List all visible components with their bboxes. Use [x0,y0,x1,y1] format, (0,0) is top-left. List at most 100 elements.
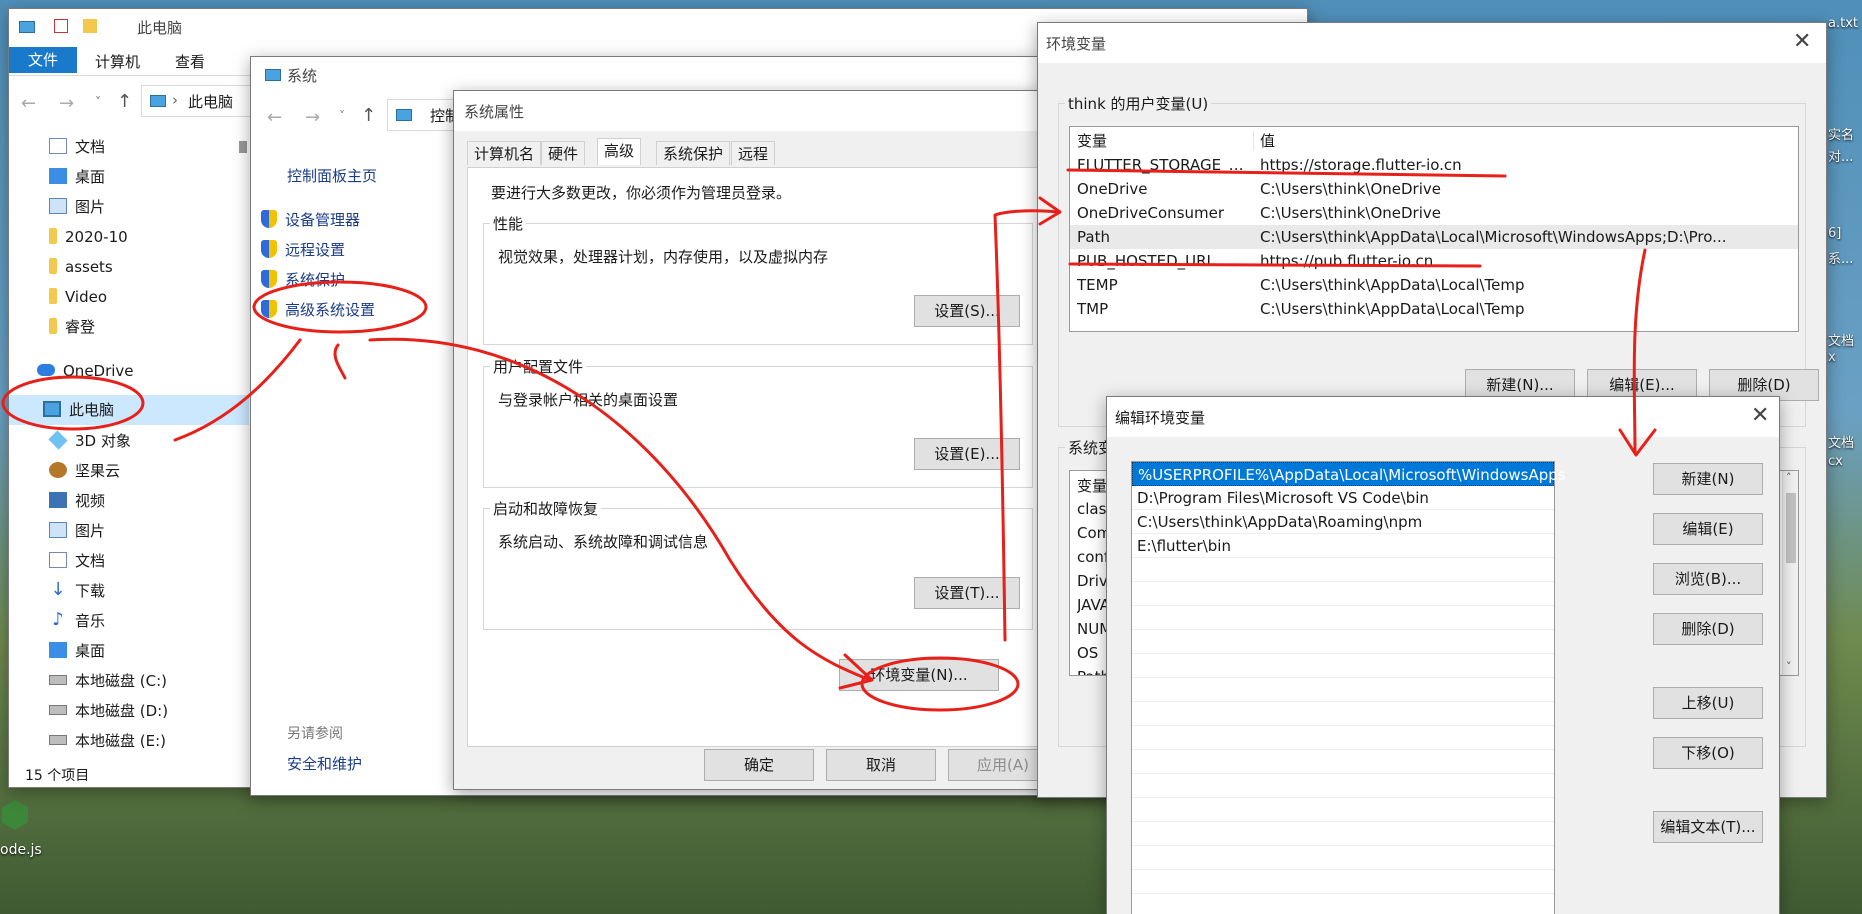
col-value-header[interactable]: 值 [1260,129,1275,153]
environment-variables-button[interactable]: 环境变量(N)... [839,659,999,691]
system-protection-link[interactable]: 系统保护 [261,269,345,290]
path-entry-empty[interactable] [1132,654,1554,678]
system-back-icon[interactable]: ← [267,107,282,128]
col-variable-header[interactable]: 变量 [1077,129,1107,153]
nav-item-onedrive[interactable]: OneDrive [37,357,134,385]
edit-environment-variable-dialog[interactable]: 编辑环境变量 ✕ %USERPROFILE%\AppData\Local\Mic… [1106,396,1780,914]
system-properties-dialog[interactable]: 系统属性 计算机名 硬件 高级 系统保护 远程 要进行大多数更改，你必须作为管理… [453,90,1053,790]
ok-button[interactable]: 确定 [704,749,814,781]
nav-item-desktop[interactable]: 桌面 [49,163,105,191]
path-entry-empty[interactable] [1132,750,1554,774]
desktop-nodejs-icon[interactable] [2,800,28,830]
back-arrow-icon[interactable]: ← [21,93,36,114]
remote-settings-link[interactable]: 远程设置 [261,239,345,260]
nav-item-downloads[interactable]: ↓ 下载 [49,577,105,605]
path-move-down-button[interactable]: 下移(O) [1653,737,1763,769]
nav-item-drive-d[interactable]: 本地磁盘 (D:) [49,697,168,725]
system-up-icon[interactable]: ↑ [361,105,376,126]
properties-icon[interactable] [53,19,68,33]
user-profiles-settings-button[interactable]: 设置(E)... [914,438,1020,470]
desktop-nodejs-label[interactable]: ode.js [0,842,42,858]
user-var-row[interactable]: TEMP C:\Users\think\AppData\Local\Temp [1070,273,1798,297]
path-entries-list[interactable]: %USERPROFILE%\AppData\Local\Microsoft\Wi… [1131,461,1566,914]
device-manager-link[interactable]: 设备管理器 [261,209,360,230]
path-entry-empty[interactable] [1132,798,1554,822]
explorer-address-bar[interactable]: › 此电脑 [141,85,261,117]
user-var-row[interactable]: OneDrive C:\Users\think\OneDrive [1070,177,1798,201]
path-entry-empty[interactable] [1132,582,1554,606]
tab-advanced[interactable]: 高级 [597,138,642,165]
up-arrow-icon[interactable]: ↑ [117,91,132,112]
nav-item-drive-e[interactable]: 本地磁盘 (E:) [49,727,166,755]
path-new-button[interactable]: 新建(N) [1653,463,1763,495]
path-delete-button[interactable]: 删除(D) [1653,613,1763,645]
pin-icon[interactable] [239,141,247,153]
scroll-up-icon[interactable]: ˄ [1786,471,1792,484]
startup-recovery-settings-button[interactable]: 设置(T)... [914,577,1020,609]
security-maintenance-link[interactable]: 安全和维护 [287,753,362,774]
nav-item-3d-objects[interactable]: 3D 对象 [48,427,131,455]
ribbon-view-tab[interactable]: 查看 [175,51,205,72]
control-panel-home-link[interactable]: 控制面板主页 [287,165,377,186]
tab-remote[interactable]: 远程 [731,141,776,165]
nav-item-nutstore[interactable]: 坚果云 [49,457,120,485]
nav-item-documents-2[interactable]: 文档 [49,547,105,575]
sys-col-variable-header[interactable]: 变量 [1077,475,1107,496]
path-entry-empty[interactable] [1132,894,1554,914]
path-entry-empty[interactable] [1132,774,1554,798]
nav-item-this-pc[interactable]: 此电脑 [43,396,114,424]
path-entry-empty[interactable] [1132,606,1554,630]
path-entry-empty[interactable] [1132,846,1554,870]
path-move-up-button[interactable]: 上移(U) [1653,687,1763,719]
path-entry-empty[interactable] [1132,558,1554,582]
path-edit-button[interactable]: 编辑(E) [1653,513,1763,545]
scroll-thumb[interactable] [1786,493,1796,563]
nav-item-desktop-2[interactable]: 桌面 [49,637,105,665]
new-folder-icon[interactable] [82,19,97,33]
nav-item-assets[interactable]: assets [49,253,113,281]
ribbon-computer-tab[interactable]: 计算机 [95,51,140,72]
user-var-row-selected[interactable]: Path C:\Users\think\AppData\Local\Microso… [1070,225,1798,249]
advanced-system-settings-link[interactable]: 高级系统设置 [261,299,375,320]
path-entry-empty[interactable] [1132,822,1554,846]
path-entry-empty[interactable] [1132,870,1554,894]
path-entry-empty[interactable] [1132,630,1554,654]
editenv-close-icon[interactable]: ✕ [1751,405,1769,427]
nav-item-videos[interactable]: 视频 [49,487,105,515]
system-history-icon[interactable]: ˅ [339,109,345,123]
path-entry[interactable]: E:\flutter\bin [1132,534,1554,558]
nav-item-drive-c[interactable]: 本地磁盘 (C:) [49,667,167,695]
path-edit-text-button[interactable]: 编辑文本(T)... [1653,811,1763,843]
nav-item-pictures[interactable]: 图片 [49,193,105,221]
nav-item-pictures-2[interactable]: 图片 [49,517,105,545]
forward-arrow-icon[interactable]: → [59,93,74,114]
user-var-row[interactable]: TMP C:\Users\think\AppData\Local\Temp [1070,297,1798,321]
tab-system-protection[interactable]: 系统保护 [656,141,731,165]
user-var-row[interactable]: OneDriveConsumer C:\Users\think\OneDrive [1070,201,1798,225]
tab-computer-name[interactable]: 计算机名 [467,141,542,165]
user-var-row[interactable]: FLUTTER_STORAGE_BASE_... https://storage.… [1070,153,1798,177]
path-entry[interactable]: D:\Program Files\Microsoft VS Code\bin [1132,486,1554,510]
cancel-button[interactable]: 取消 [826,749,936,781]
history-dropdown-icon[interactable]: ˅ [95,95,101,109]
path-entry-selected[interactable]: %USERPROFILE%\AppData\Local\Microsoft\Wi… [1132,462,1566,486]
nav-item-ruideng[interactable]: 睿登 [49,313,95,341]
path-entry-empty[interactable] [1132,678,1554,702]
tab-hardware[interactable]: 硬件 [541,141,586,165]
path-browse-button[interactable]: 浏览(B)... [1653,563,1763,595]
system-forward-icon[interactable]: → [305,107,320,128]
scroll-down-icon[interactable]: ˅ [1786,660,1792,673]
path-entry-empty[interactable] [1132,726,1554,750]
path-entry[interactable]: C:\Users\think\AppData\Roaming\npm [1132,510,1554,534]
path-entry-empty[interactable] [1132,702,1554,726]
sys-list-scrollbar[interactable]: ˄ ˅ [1782,471,1798,675]
performance-settings-button[interactable]: 设置(S)... [914,295,1020,327]
user-var-row[interactable]: PUB_HOSTED_URL https://pub.flutter-io.cn [1070,249,1798,273]
nav-item-music[interactable]: ♪ 音乐 [49,607,105,635]
nav-item-video[interactable]: Video [49,283,107,311]
envvars-close-icon[interactable]: ✕ [1793,31,1811,53]
explorer-nav-pane[interactable]: 文档 桌面 图片 2020-10 assets Video 睿登 OneDriv… [9,133,249,750]
user-variables-list[interactable]: 变量 值 FLUTTER_STORAGE_BASE_... https://sto… [1069,126,1799,332]
nav-item-2020-10[interactable]: 2020-10 [49,223,128,251]
ribbon-file-tab[interactable]: 文件 [9,47,77,73]
